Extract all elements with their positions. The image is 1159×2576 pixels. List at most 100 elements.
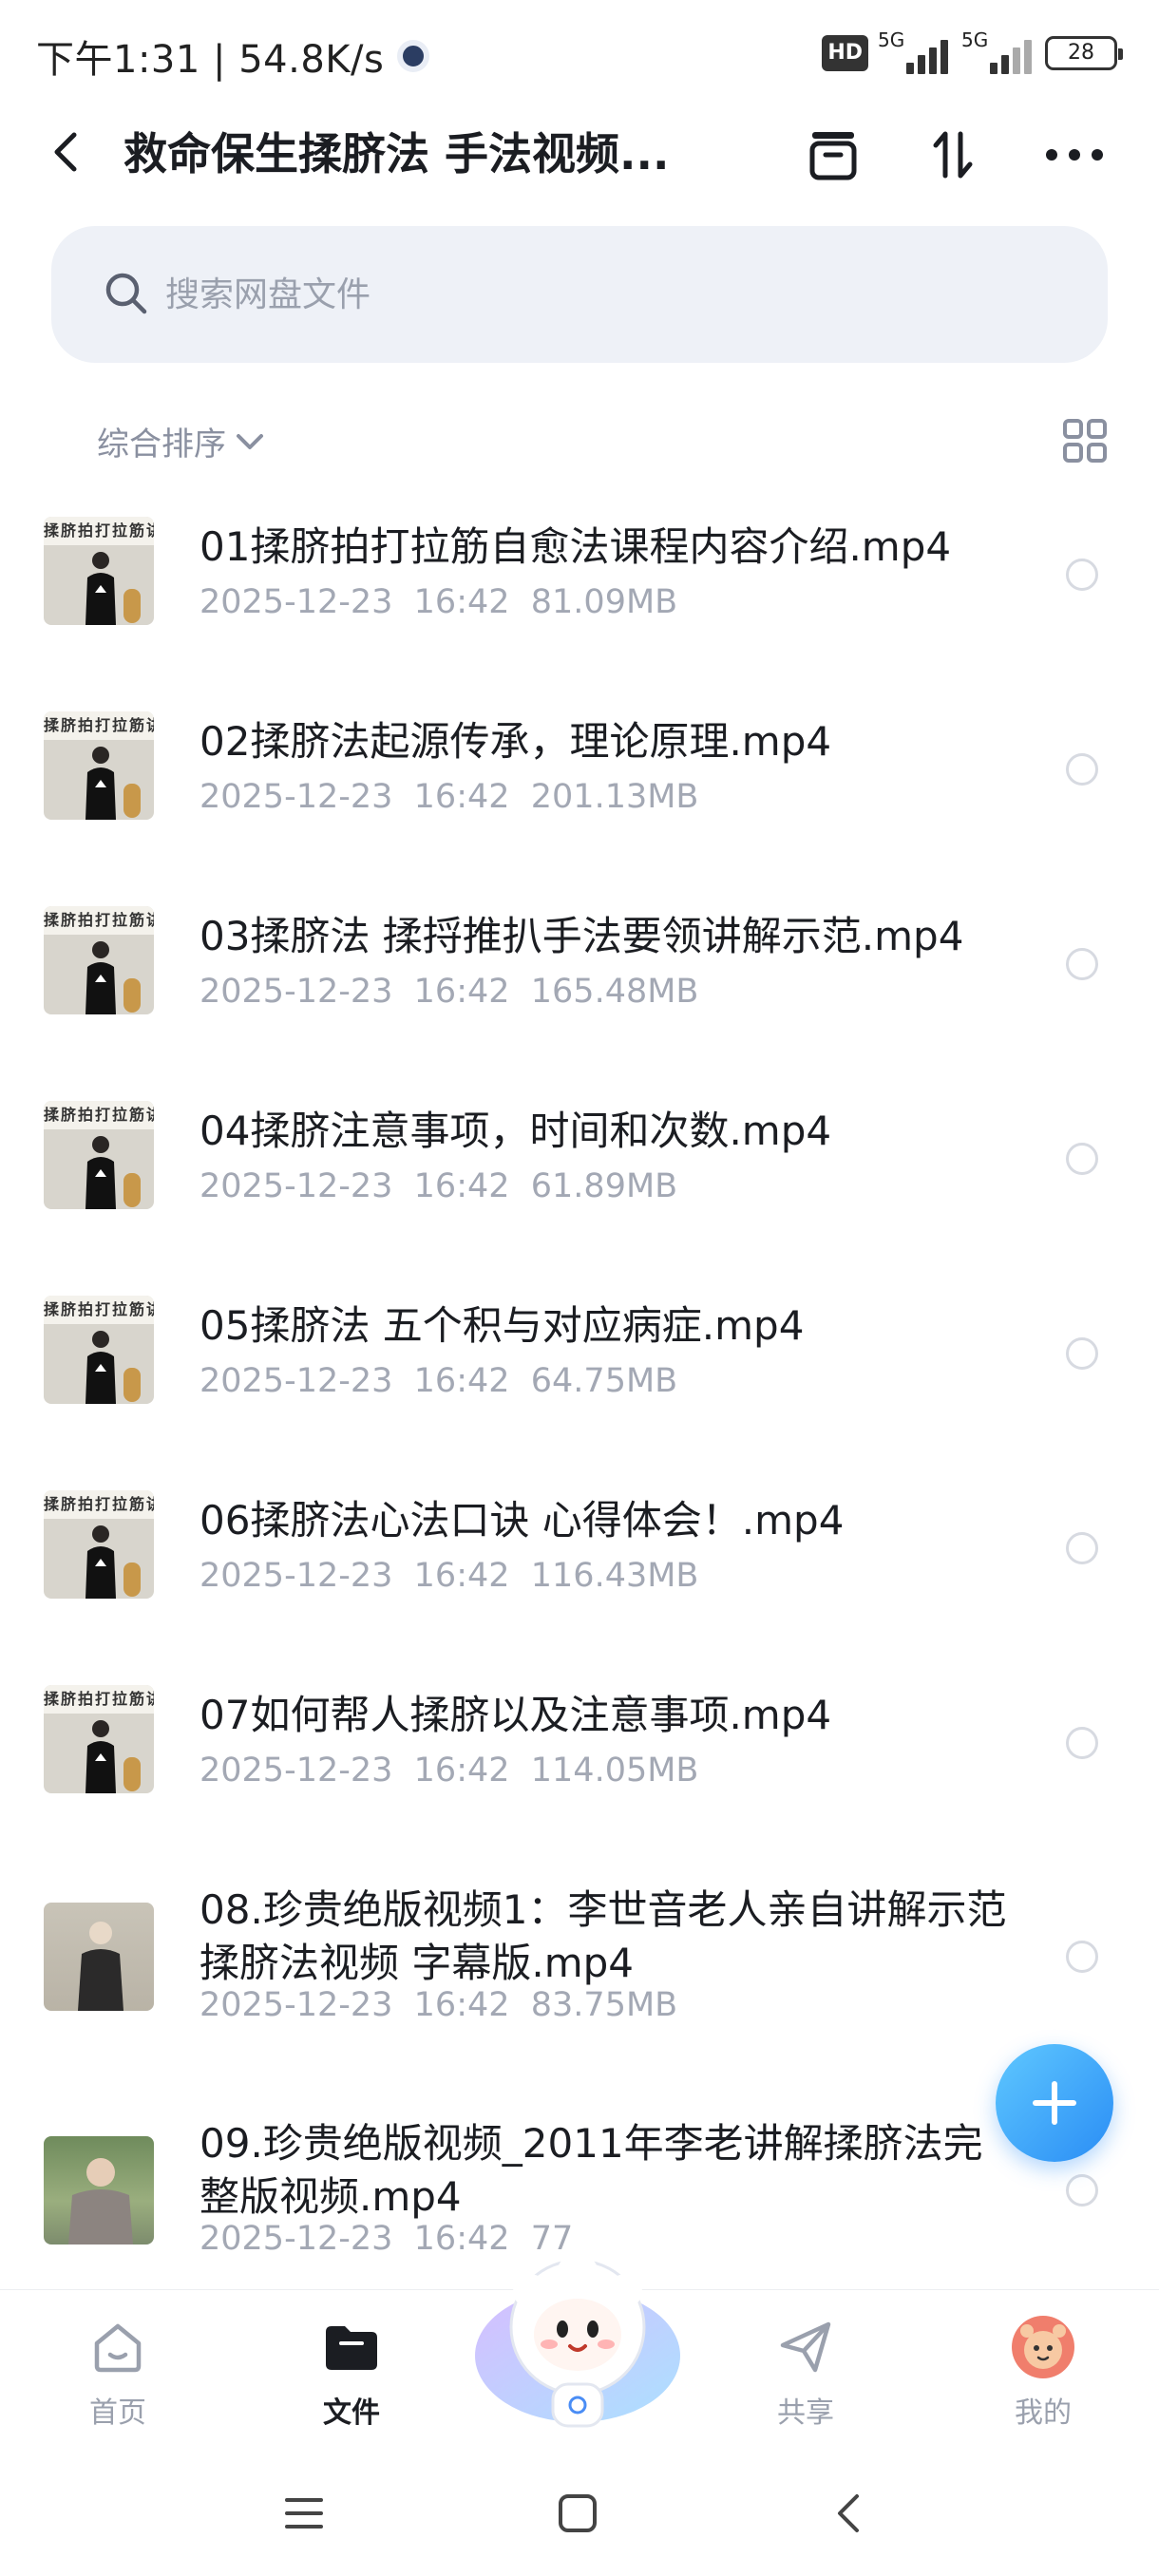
thumbnail-banner-text: 揉脐拍打拉筋讲 <box>44 1685 154 1714</box>
battery-icon: 28 <box>1045 36 1123 70</box>
file-name: 03揉脐法 揉捋推扒手法要领讲解示范.mp4 <box>200 913 964 959</box>
back-button[interactable] <box>40 125 93 179</box>
nav-share-label: 共享 <box>777 2396 834 2430</box>
file-name: 09.珍贵绝版视频_2011年李老讲解揉脐法完整版视频.mp4 <box>200 2120 983 2220</box>
select-checkbox[interactable] <box>1066 948 1098 980</box>
app-header: 救命保生揉脐法 手法视频... <box>0 104 1159 209</box>
select-checkbox[interactable] <box>1066 1337 1098 1370</box>
file-meta: 2025-12-23 16:42 116.43MB <box>200 1557 699 1595</box>
page-title: 救命保生揉脐法 手法视频... <box>124 128 670 180</box>
status-icons: HD 5G 5G 28 <box>822 28 1123 74</box>
folder-icon <box>326 2326 377 2370</box>
archive-box-icon <box>809 132 857 180</box>
nav-home[interactable]: 首页 <box>51 2307 184 2431</box>
square-home-icon <box>559 2494 597 2532</box>
select-checkbox[interactable] <box>1066 1532 1098 1564</box>
back-triangle-icon <box>838 2494 859 2532</box>
file-row[interactable]: 揉脐拍打拉筋讲 04揉脐注意事项，时间和次数.mp4 2025-12-23 16… <box>0 1070 1159 1265</box>
select-checkbox[interactable] <box>1066 753 1098 786</box>
chevron-down-icon <box>237 433 263 449</box>
select-checkbox[interactable] <box>1066 559 1098 591</box>
signal-strength-icon: 5G <box>961 28 1036 74</box>
video-thumbnail: 揉脐拍打拉筋讲 <box>44 711 154 820</box>
nav-mine[interactable]: 我的 <box>977 2307 1110 2431</box>
file-name: 01揉脐拍打拉筋自愈法课程内容介绍.mp4 <box>200 523 952 570</box>
file-meta: 2025-12-23 16:42 165.48MB <box>200 973 699 1011</box>
file-name: 06揉脐法心法口诀 心得体会！.mp4 <box>200 1497 845 1544</box>
thumbnail-banner-text: 揉脐拍打拉筋讲 <box>44 1101 154 1129</box>
select-checkbox[interactable] <box>1066 1941 1098 1973</box>
status-time-text: 下午1:31 | 54.8K/s <box>36 38 385 82</box>
file-row[interactable]: 揉脐拍打拉筋讲 02揉脐法起源传承，理论原理.mp4 2025-12-23 16… <box>0 681 1159 876</box>
status-bar: 下午1:31 | 54.8K/s HD 5G 5G 28 <box>0 0 1159 104</box>
search-input[interactable] <box>165 258 1020 331</box>
nav-files-label: 文件 <box>323 2396 380 2430</box>
thumbnail-banner-text: 揉脐拍打拉筋讲 <box>44 1490 154 1519</box>
sort-dropdown[interactable]: 综合排序 <box>97 418 266 464</box>
file-meta: 2025-12-23 16:42 201.13MB <box>200 778 699 816</box>
system-navigation-bar <box>0 2447 1159 2576</box>
archive-button[interactable] <box>800 122 866 188</box>
file-meta: 2025-12-23 16:42 61.89MB <box>200 1167 678 1205</box>
sort-arrows-icon <box>933 131 973 179</box>
file-row[interactable]: 08.珍贵绝版视频1：李世音老人亲自讲解示范揉脐法视频 字幕版.mp4 2025… <box>0 1849 1159 2083</box>
thumbnail-banner-text: 揉脐拍打拉筋讲 <box>44 517 154 545</box>
status-time-speed: 下午1:31 | 54.8K/s <box>36 28 430 84</box>
ai-assistant-button[interactable] <box>471 2232 684 2441</box>
grid-view-button[interactable] <box>1062 418 1108 464</box>
add-button[interactable] <box>996 2044 1113 2162</box>
file-name: 04揉脐注意事项，时间和次数.mp4 <box>200 1108 832 1154</box>
signal-strength-icon: 5G <box>878 28 952 74</box>
home-button[interactable] <box>549 2485 606 2542</box>
file-row[interactable]: 揉脐拍打拉筋讲 01揉脐拍打拉筋自愈法课程内容介绍.mp4 2025-12-23… <box>0 486 1159 681</box>
paper-plane-icon <box>780 2321 831 2373</box>
file-meta: 2025-12-23 16:42 81.09MB <box>200 583 678 621</box>
file-name: 02揉脐法起源传承，理论原理.mp4 <box>200 718 832 765</box>
file-meta: 2025-12-23 16:42 114.05MB <box>200 1752 699 1790</box>
video-thumbnail <box>44 2136 154 2245</box>
file-meta: 2025-12-23 16:42 64.75MB <box>200 1362 678 1400</box>
select-checkbox[interactable] <box>1066 1143 1098 1175</box>
back-arrow-icon <box>54 132 77 172</box>
recent-apps-button[interactable] <box>276 2485 332 2542</box>
file-meta: 2025-12-23 16:42 83.75MB <box>200 1986 678 2024</box>
nav-home-label: 首页 <box>89 2396 146 2430</box>
nav-files[interactable]: 文件 <box>285 2307 418 2431</box>
home-icon <box>94 2323 142 2373</box>
search-icon <box>105 273 147 314</box>
search-bar[interactable] <box>51 226 1108 363</box>
file-row[interactable]: 揉脐拍打拉筋讲 06揉脐法心法口诀 心得体会！.mp4 2025-12-23 1… <box>0 1460 1159 1655</box>
file-row[interactable]: 揉脐拍打拉筋讲 03揉脐法 揉捋推扒手法要领讲解示范.mp4 2025-12-2… <box>0 876 1159 1070</box>
thumbnail-banner-text: 揉脐拍打拉筋讲 <box>44 906 154 935</box>
sort-button[interactable] <box>920 122 986 188</box>
profile-avatar-icon <box>1012 2316 1074 2378</box>
video-thumbnail: 揉脐拍打拉筋讲 <box>44 1490 154 1599</box>
video-thumbnail: 揉脐拍打拉筋讲 <box>44 1101 154 1209</box>
select-checkbox[interactable] <box>1066 1727 1098 1759</box>
battery-level: 28 <box>1068 41 1094 65</box>
sort-label: 综合排序 <box>97 426 226 464</box>
nav-share[interactable]: 共享 <box>739 2307 872 2431</box>
thumbnail-banner-text: 揉脐拍打拉筋讲 <box>44 711 154 740</box>
video-thumbnail: 揉脐拍打拉筋讲 <box>44 1296 154 1404</box>
select-checkbox[interactable] <box>1066 2174 1098 2207</box>
system-back-button[interactable] <box>821 2485 878 2542</box>
nav-mine-label: 我的 <box>1015 2396 1072 2430</box>
more-button[interactable] <box>1041 122 1108 188</box>
file-name: 08.珍贵绝版视频1：李世音老人亲自讲解示范揉脐法视频 字幕版.mp4 <box>200 1886 1007 1986</box>
video-thumbnail: 揉脐拍打拉筋讲 <box>44 1685 154 1793</box>
thumbnail-banner-text: 揉脐拍打拉筋讲 <box>44 1296 154 1324</box>
file-name: 05揉脐法 五个积与对应病症.mp4 <box>200 1302 805 1349</box>
file-name: 07如何帮人揉脐以及注意事项.mp4 <box>200 1692 832 1738</box>
network-type-label: 5G <box>878 28 905 51</box>
hd-voice-badge: HD <box>822 35 868 71</box>
network-type-label: 5G <box>961 28 989 51</box>
file-row[interactable]: 揉脐拍打拉筋讲 05揉脐法 五个积与对应病症.mp4 2025-12-23 16… <box>0 1265 1159 1460</box>
plus-icon <box>1033 2081 1076 2125</box>
file-row[interactable]: 揉脐拍打拉筋讲 07如何帮人揉脐以及注意事项.mp4 2025-12-23 16… <box>0 1655 1159 1849</box>
video-thumbnail <box>44 1903 154 2011</box>
video-thumbnail: 揉脐拍打拉筋讲 <box>44 906 154 1014</box>
menu-icon <box>285 2498 323 2529</box>
more-dots-icon <box>1046 149 1103 161</box>
video-thumbnail: 揉脐拍打拉筋讲 <box>44 517 154 625</box>
